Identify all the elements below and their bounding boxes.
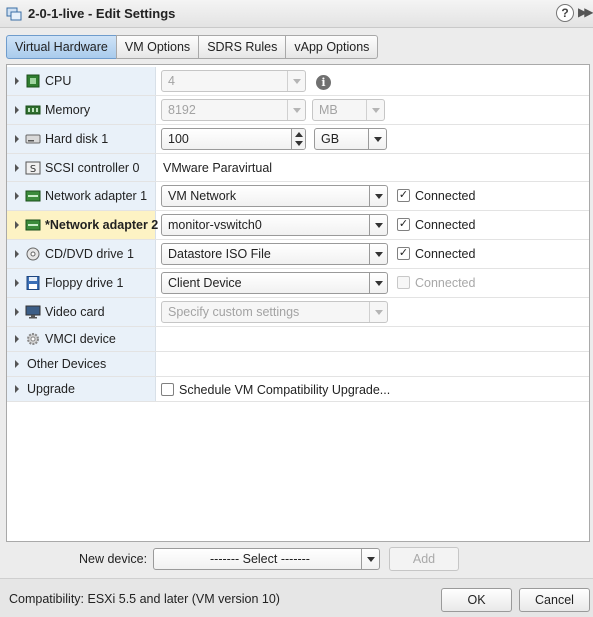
expand-arrow-icon[interactable] <box>15 221 19 229</box>
vmci-row: VMCI device <box>7 327 589 352</box>
video-card-label: Video card <box>45 305 105 319</box>
memory-icon <box>25 105 41 115</box>
network-adapter-2-row: *Network adapter 2 monitor-vswitch0 ✓ Co… <box>7 211 589 240</box>
chevron-down-icon <box>369 273 387 293</box>
hardware-panel: CPU 4 i Memory 8192 MB Hard disk 1 100 G… <box>6 64 590 542</box>
vm-icon <box>6 7 22 21</box>
floppy-row: Floppy drive 1 Client Device Connected <box>7 269 589 298</box>
network-adapter-1-row: Network adapter 1 VM Network ✓ Connected <box>7 182 589 211</box>
chevron-down-icon <box>368 129 386 149</box>
memory-unit-select[interactable]: MB <box>312 99 385 121</box>
hard-disk-size-input[interactable]: 100 <box>161 128 306 150</box>
chevron-down-icon <box>369 186 387 206</box>
expand-icon[interactable]: ▶▶ <box>578 5 593 19</box>
footer: Compatibility: ESXi 5.5 and later (VM ve… <box>0 578 593 617</box>
cd-dvd-icon <box>26 247 40 261</box>
chevron-down-icon <box>369 244 387 264</box>
cpu-row: CPU 4 i <box>7 67 589 96</box>
tab-vapp-options[interactable]: vApp Options <box>285 35 379 59</box>
compatibility-text: Compatibility: ESXi 5.5 and later (VM ve… <box>9 592 280 606</box>
cpu-select[interactable]: 4 <box>161 70 306 92</box>
new-device-select[interactable]: ------- Select ------- <box>153 548 380 570</box>
scsi-row: S SCSI controller 0 VMware Paravirtual <box>7 154 589 182</box>
network-adapter-2-select[interactable]: monitor-vswitch0 <box>161 214 388 236</box>
upgrade-row: Upgrade Schedule VM Compatibility Upgrad… <box>7 377 589 402</box>
video-card-select[interactable]: Specify custom settings <box>161 301 388 323</box>
video-card-row: Video card Specify custom settings <box>7 298 589 327</box>
cd-dvd-label: CD/DVD drive 1 <box>45 247 134 261</box>
tab-vm-options[interactable]: VM Options <box>115 35 200 59</box>
gear-icon <box>27 333 39 345</box>
cd-dvd-connected-label: Connected <box>415 247 476 261</box>
memory-label: Memory <box>45 103 91 117</box>
expand-arrow-icon[interactable] <box>15 279 19 287</box>
expand-arrow-icon[interactable] <box>15 250 19 258</box>
schedule-upgrade-checkbox[interactable] <box>161 383 174 396</box>
vmci-label: VMCI device <box>45 332 116 346</box>
scsi-controller-icon: S <box>25 161 41 175</box>
memory-row: Memory 8192 MB <box>7 96 589 125</box>
hard-disk-label: Hard disk 1 <box>45 132 109 146</box>
cd-dvd-row: CD/DVD drive 1 Datastore ISO File ✓ Conn… <box>7 240 589 269</box>
cd-dvd-connected-checkbox[interactable]: ✓ <box>397 247 410 260</box>
ok-button[interactable]: OK <box>441 588 512 612</box>
memory-input[interactable]: 8192 <box>161 99 306 121</box>
window-title: 2-0-1-live - Edit Settings <box>28 6 176 21</box>
expand-arrow-icon[interactable] <box>15 385 19 393</box>
network-adapter-1-select[interactable]: VM Network <box>161 185 388 207</box>
floppy-icon <box>26 276 40 290</box>
scsi-type-value: VMware Paravirtual <box>163 161 273 175</box>
floppy-select[interactable]: Client Device <box>161 272 388 294</box>
network-adapter-1-connected-checkbox[interactable]: ✓ <box>397 189 410 202</box>
info-icon[interactable]: i <box>316 75 331 90</box>
cpu-icon <box>26 74 40 88</box>
other-devices-label: Other Devices <box>27 357 107 371</box>
floppy-label: Floppy drive 1 <box>45 276 124 290</box>
tab-virtual-hardware[interactable]: Virtual Hardware <box>6 35 117 59</box>
expand-arrow-icon[interactable] <box>15 164 19 172</box>
chevron-down-icon <box>369 302 387 322</box>
cpu-label: CPU <box>45 74 72 88</box>
expand-arrow-icon[interactable] <box>15 106 19 114</box>
other-devices-row: Other Devices <box>7 352 589 377</box>
floppy-connected-label: Connected <box>415 276 476 290</box>
chevron-down-icon <box>369 215 387 235</box>
stepper-icon[interactable] <box>291 129 305 149</box>
scsi-label: SCSI controller 0 <box>45 161 140 175</box>
expand-arrow-icon[interactable] <box>15 135 19 143</box>
svg-text:S: S <box>30 164 36 175</box>
cancel-button[interactable]: Cancel <box>519 588 590 612</box>
network-adapter-2-connected-checkbox[interactable]: ✓ <box>397 218 410 231</box>
network-adapter-2-connected-label: Connected <box>415 218 476 232</box>
expand-arrow-icon[interactable] <box>15 192 19 200</box>
chevron-down-icon <box>366 100 384 120</box>
expand-arrow-icon[interactable] <box>15 335 19 343</box>
expand-arrow-icon[interactable] <box>15 77 19 85</box>
chevron-down-icon <box>287 71 305 91</box>
network-adapter-1-connected-label: Connected <box>415 189 476 203</box>
chevron-down-icon <box>287 100 305 120</box>
cd-dvd-select[interactable]: Datastore ISO File <box>161 243 388 265</box>
floppy-connected-checkbox[interactable] <box>397 276 410 289</box>
help-button[interactable]: ? <box>556 4 574 22</box>
expand-arrow-icon[interactable] <box>15 360 19 368</box>
tab-bar: Virtual Hardware VM Options SDRS Rules v… <box>6 35 379 59</box>
hard-disk-icon <box>25 134 41 144</box>
chevron-down-icon <box>361 549 379 569</box>
monitor-icon <box>25 305 41 319</box>
upgrade-label: Upgrade <box>27 382 75 396</box>
network-adapter-icon <box>25 219 41 231</box>
tab-sdrs-rules[interactable]: SDRS Rules <box>198 35 287 59</box>
title-bar: 2-0-1-live - Edit Settings ? ▶▶ <box>0 0 593 28</box>
expand-arrow-icon[interactable] <box>15 308 19 316</box>
network-adapter-icon <box>25 190 41 202</box>
hard-disk-row: Hard disk 1 100 GB <box>7 125 589 154</box>
hard-disk-unit-select[interactable]: GB <box>314 128 387 150</box>
new-device-label: New device: <box>79 552 148 566</box>
add-device-button[interactable]: Add <box>389 547 459 571</box>
network-adapter-1-label: Network adapter 1 <box>45 189 148 203</box>
network-adapter-2-label: *Network adapter 2 <box>45 218 159 232</box>
schedule-upgrade-label: Schedule VM Compatibility Upgrade... <box>179 383 391 397</box>
